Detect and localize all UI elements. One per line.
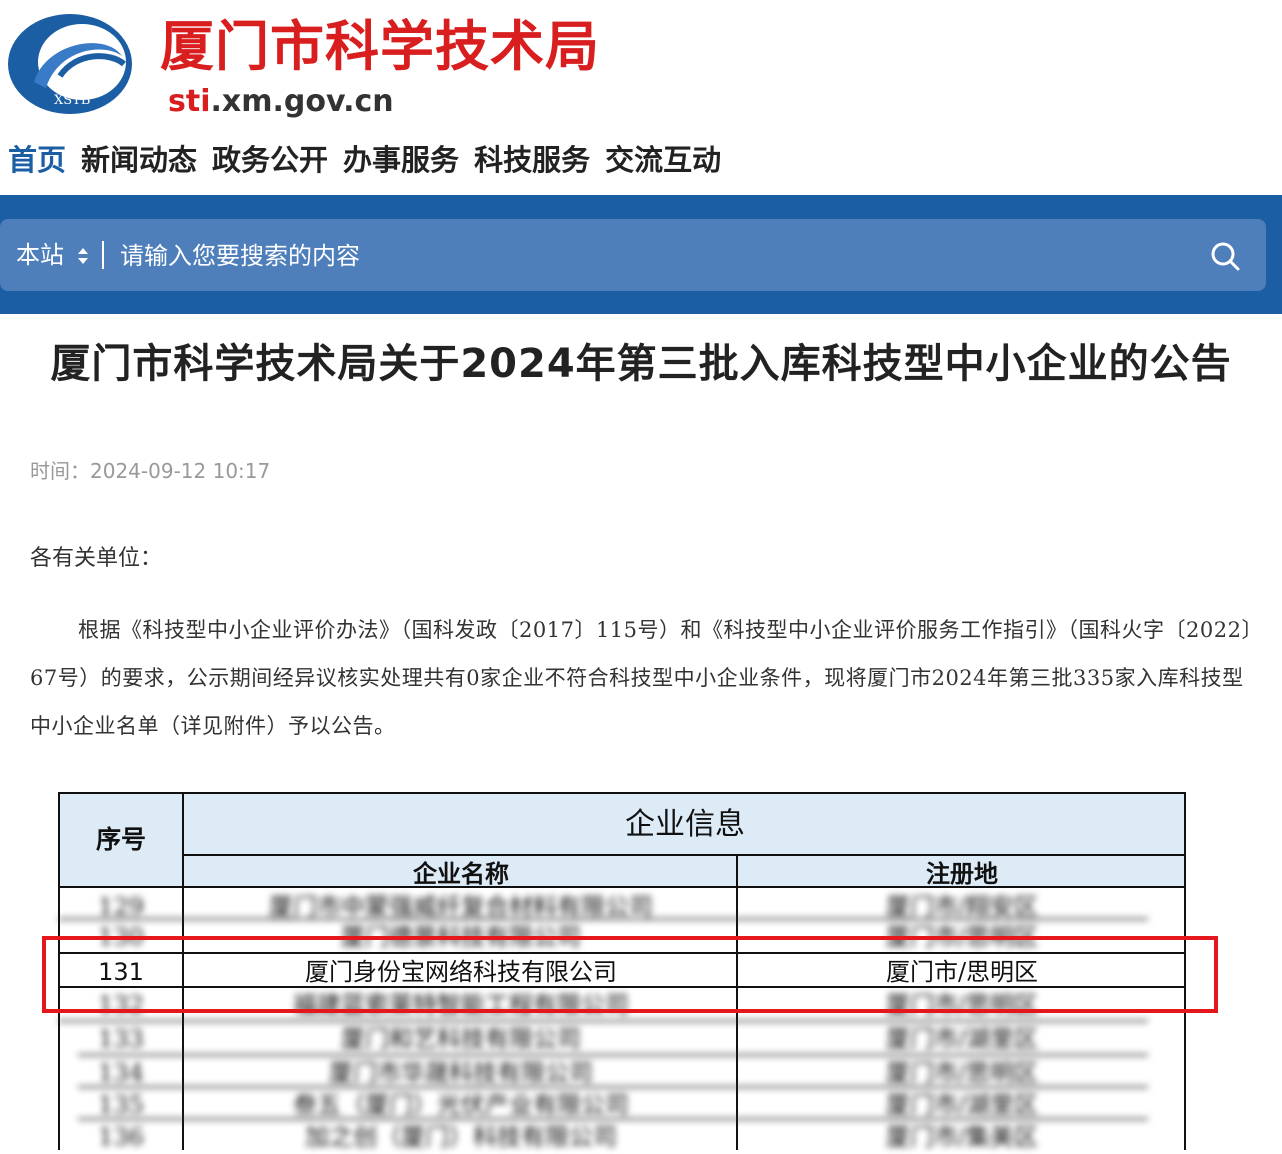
blurred-row-location: 厦门市/湖里区 <box>885 1025 1039 1053</box>
th-location: 注册地 <box>926 859 998 888</box>
blurred-row-seq: 133 <box>98 1025 144 1053</box>
nav-item-services[interactable]: 办事服务 <box>343 138 459 182</box>
updown-arrows-icon <box>77 248 88 264</box>
blurred-row-location: 厦门市/集美区 <box>885 1123 1039 1151</box>
blurred-row-name: 加之创（厦门）科技有限公司 <box>305 1123 617 1151</box>
blurred-row-name: 厦门和艺科技有限公司 <box>341 1025 581 1053</box>
salutation: 各有关单位： <box>30 546 163 571</box>
nav-item-tech-services[interactable]: 科技服务 <box>474 138 590 182</box>
site-header: XSTB 厦门市科学技术局 sti.xm.gov.cn <box>0 0 1282 130</box>
search-icon[interactable] <box>1210 241 1240 271</box>
domain-suffix: .xm.gov.cn <box>210 84 394 119</box>
nav-item-home[interactable]: 首页 <box>8 138 66 182</box>
blurred-row-name: 厦门市华晟科技有限公司 <box>329 1059 593 1087</box>
th-company-name: 企业名称 <box>413 859 509 888</box>
search-bar: 本站 <box>0 219 1266 291</box>
nav-item-news[interactable]: 新闻动态 <box>81 138 197 182</box>
site-title: 厦门市科学技术局 <box>160 14 600 78</box>
blurred-row-name: 叁五（厦门）光伏产业有限公司 <box>293 1091 629 1119</box>
blurred-row-seq: 136 <box>98 1123 144 1151</box>
th-seq: 序号 <box>95 825 146 854</box>
time-value: 2024-09-12 10:17 <box>90 459 271 483</box>
nav-item-gov-affairs[interactable]: 政务公开 <box>212 138 328 182</box>
logo-text: XSTB <box>54 93 90 108</box>
time-label: 时间： <box>30 459 90 483</box>
domain-prefix: sti <box>168 84 211 119</box>
article-title: 厦门市科学技术局关于2024年第三批入库科技型中小企业的公告 <box>50 341 1232 387</box>
nav-item-interaction[interactable]: 交流互动 <box>605 138 721 182</box>
publish-time: 时间：2024-09-12 10:17 <box>30 456 270 486</box>
blurred-row-location: 厦门市/思明区 <box>885 1059 1039 1087</box>
main-nav: 首页 新闻动态 政务公开 办事服务 科技服务 交流互动 <box>8 138 736 182</box>
site-logo[interactable]: XSTB <box>6 12 134 116</box>
highlight-box <box>42 936 1218 1013</box>
blurred-row-seq: 134 <box>98 1059 144 1087</box>
site-domain: sti.xm.gov.cn <box>168 82 394 122</box>
blurred-row-seq: 135 <box>98 1091 144 1119</box>
th-company-info: 企业信息 <box>625 807 745 842</box>
search-scope-label: 本站 <box>16 241 64 269</box>
blurred-row-location: 厦门市/湖里区 <box>885 1091 1039 1119</box>
search-divider <box>102 241 104 269</box>
search-scope-select[interactable]: 本站 <box>16 219 90 291</box>
search-input[interactable] <box>118 233 1182 279</box>
article-body: 根据《科技型中小企业评价办法》（国科发政〔2017〕115号）和《科技型中小企业… <box>30 618 1253 738</box>
